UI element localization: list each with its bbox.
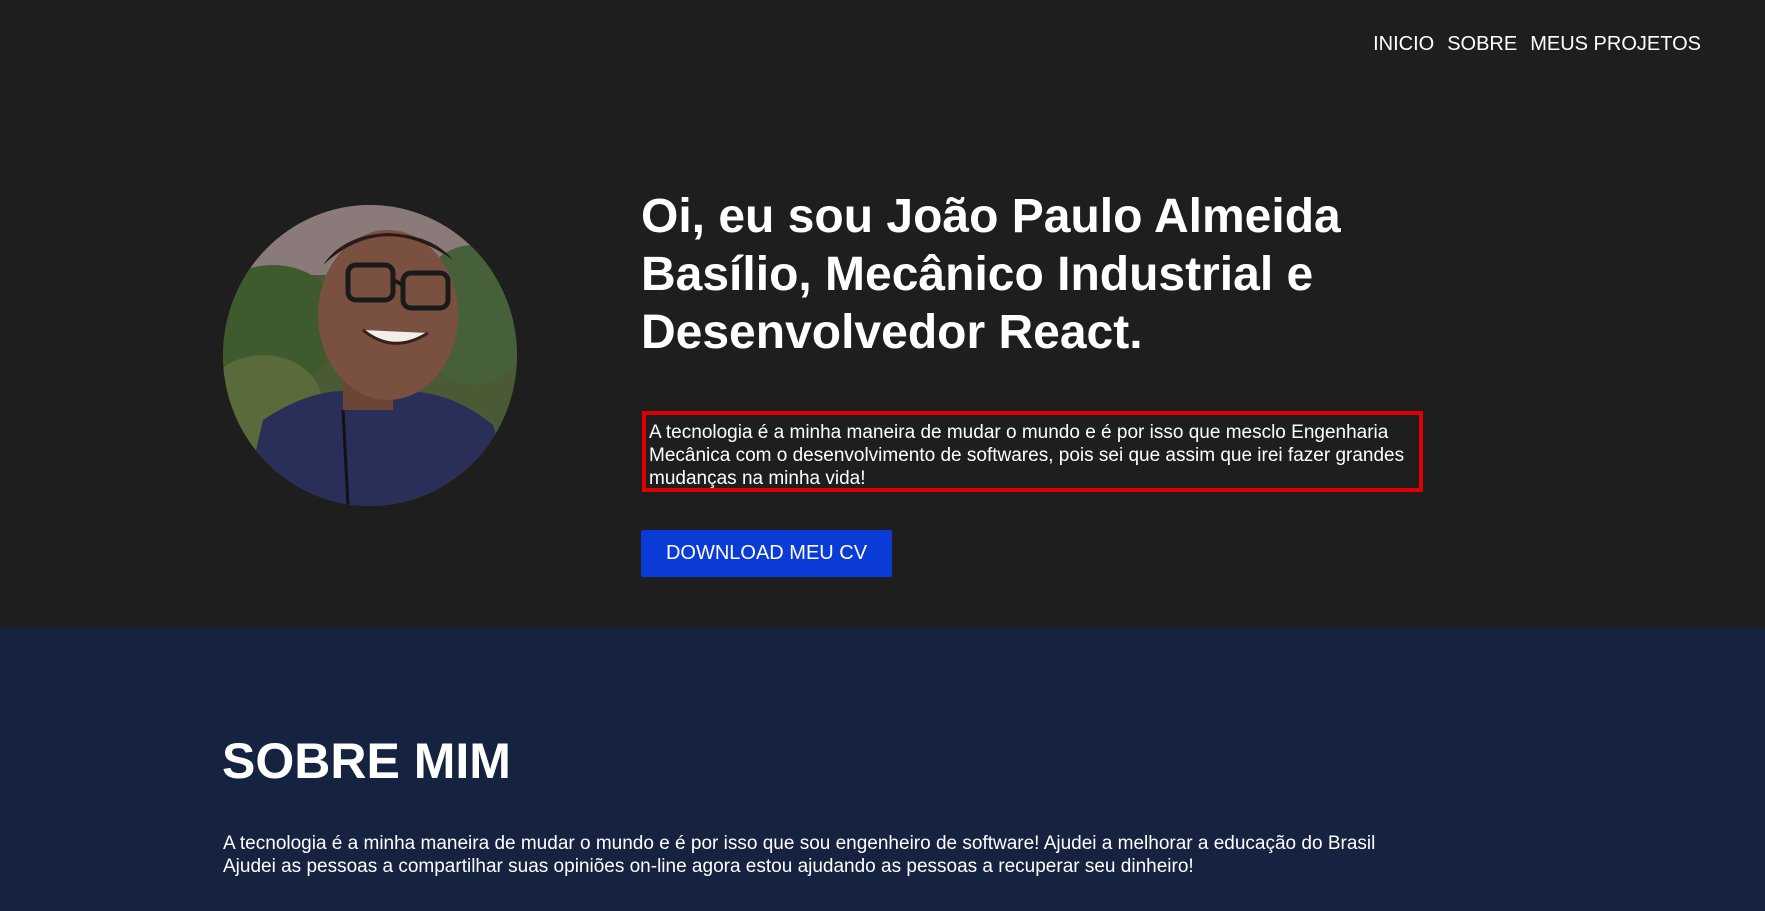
tagline-highlight-box: A tecnologia é a minha maneira de mudar … — [642, 411, 1423, 492]
about-section: SOBRE MIM A tecnologia é a minha maneira… — [0, 628, 1765, 911]
hero-tagline: A tecnologia é a minha maneira de mudar … — [649, 422, 1405, 489]
nav-item-inicio[interactable]: INICIO — [1373, 33, 1434, 56]
about-title: SOBRE MIM — [222, 733, 511, 789]
download-cv-button[interactable]: DOWNLOAD MEU CV — [641, 530, 892, 577]
hero-headline: Oi, eu sou João Paulo Almeida Basílio, M… — [641, 190, 1341, 359]
profile-photo — [223, 205, 517, 506]
hero-section: INICIO SOBRE MEUS PROJETOS Oi, eu sou Jo… — [0, 0, 1765, 628]
top-nav: INICIO SOBRE MEUS PROJETOS — [1373, 33, 1701, 56]
nav-item-sobre[interactable]: SOBRE — [1447, 33, 1517, 56]
nav-item-meus-projetos[interactable]: MEUS PROJETOS — [1530, 33, 1701, 56]
about-text: A tecnologia é a minha maneira de mudar … — [223, 833, 1376, 877]
